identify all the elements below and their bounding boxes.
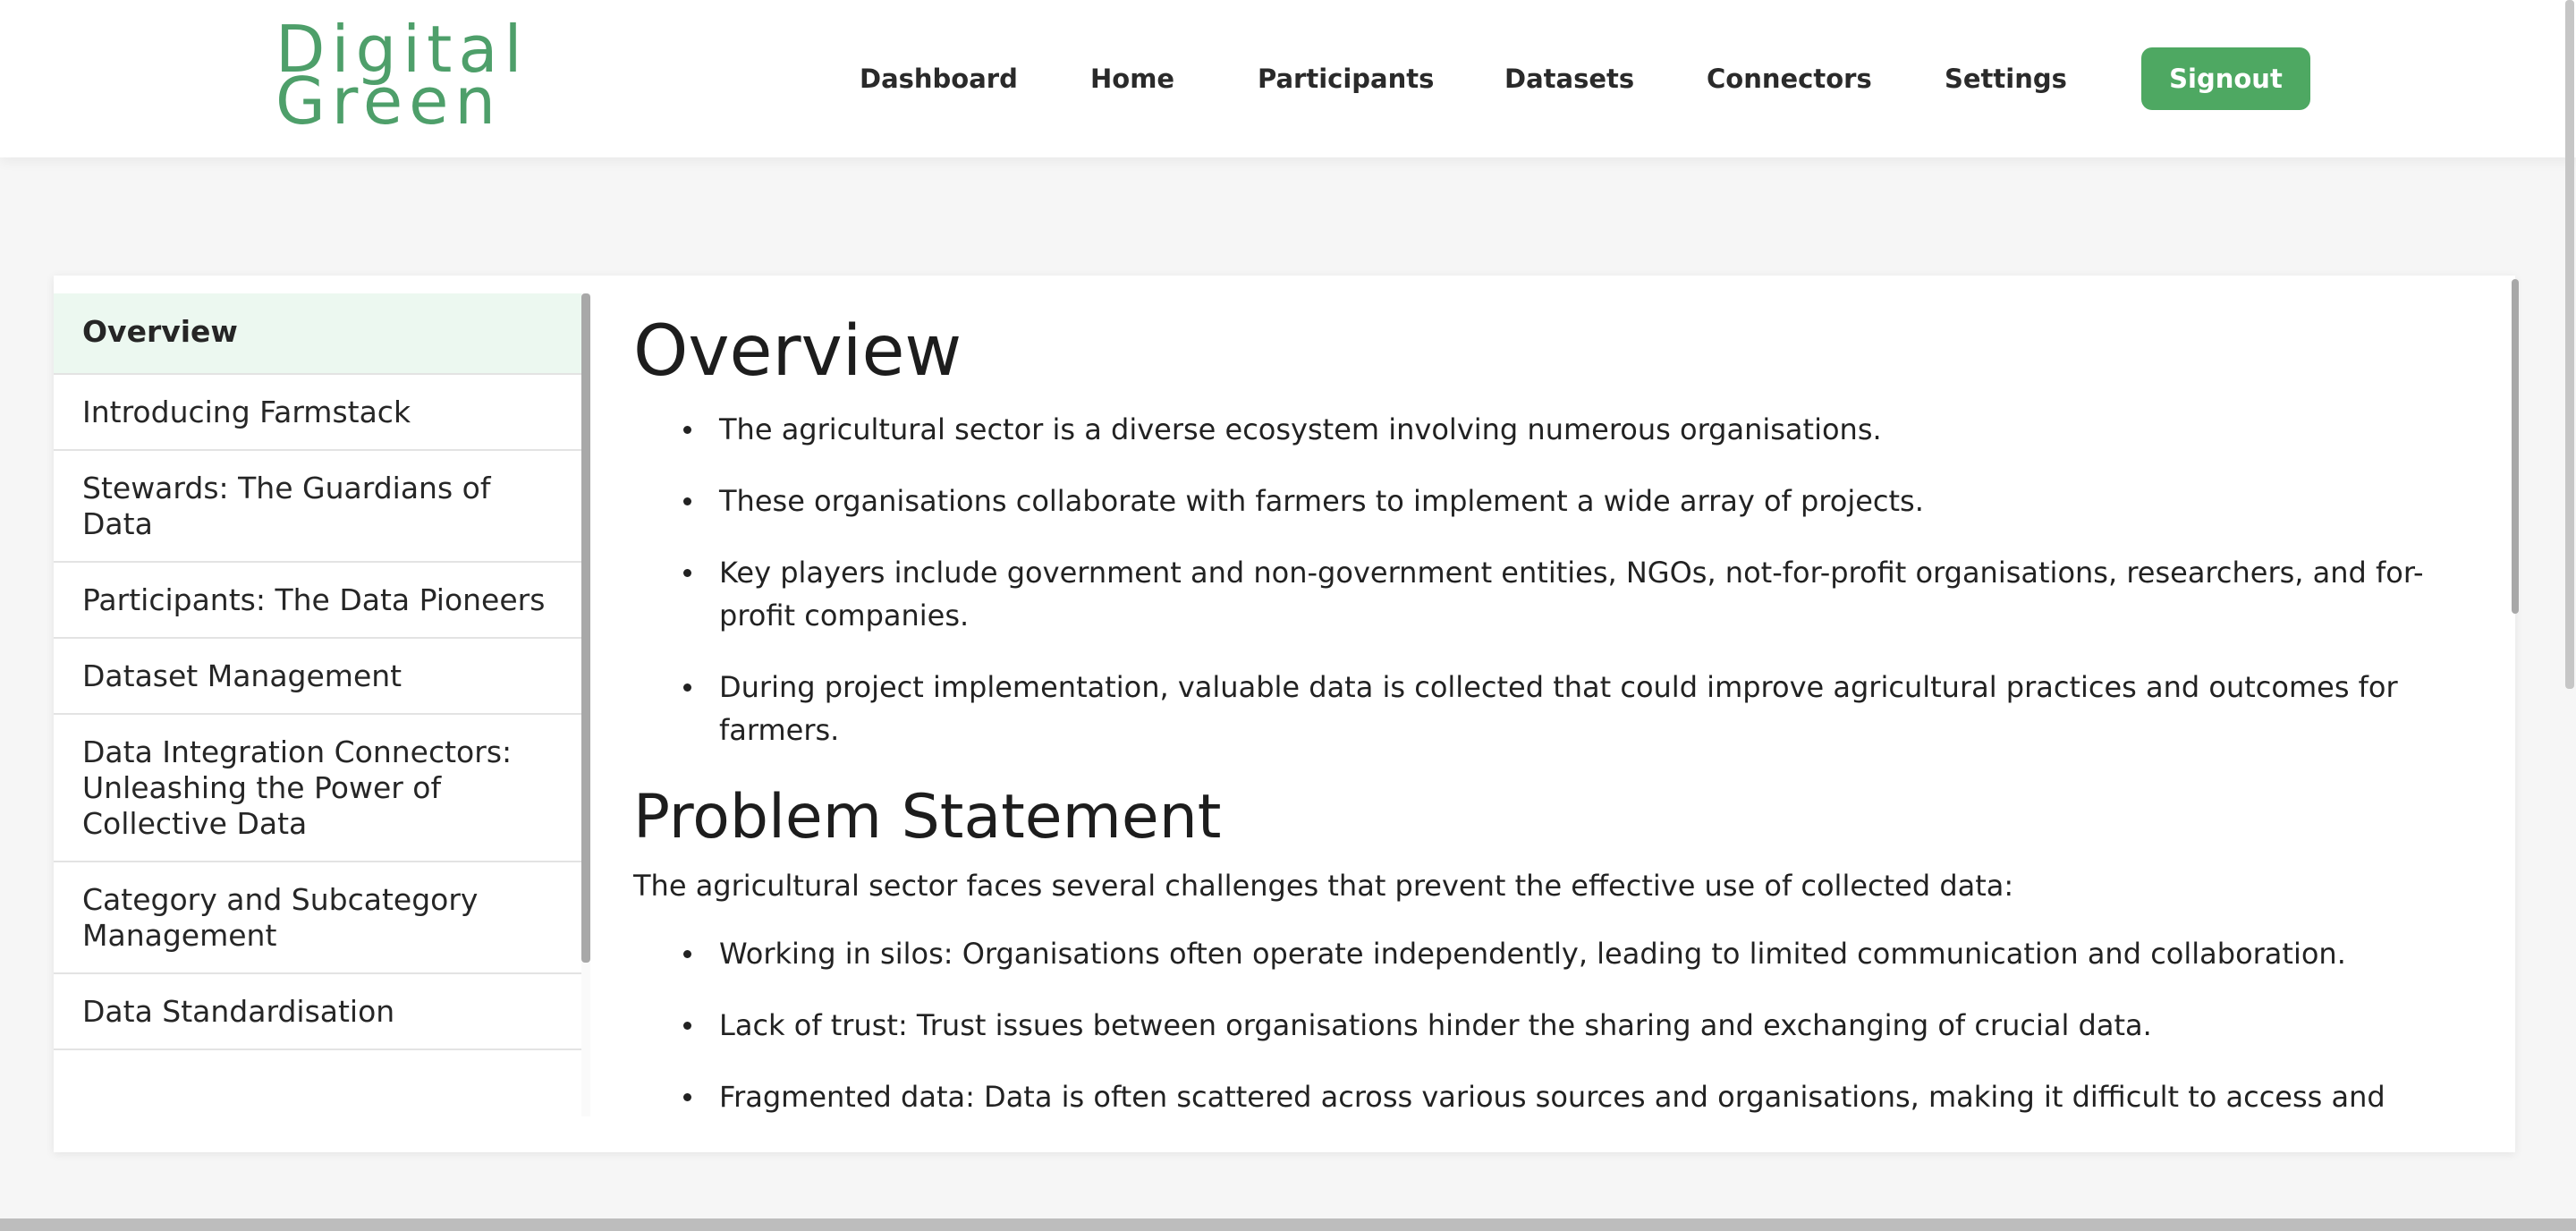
sidebar-item-introducing-farmstack[interactable]: Introducing Farmstack (54, 375, 581, 451)
overview-heading: Overview (633, 311, 962, 392)
list-item: Fragmented data: Data is often scattered… (633, 1075, 2476, 1118)
problem-statement-heading: Problem Statement (633, 782, 1222, 853)
sidebar-item-category-management[interactable]: Category and Subcategory Management (54, 862, 581, 974)
sidebar-scrollbar-thumb[interactable] (581, 293, 590, 963)
sidebar-item-connectors[interactable]: Data Integration Connectors: Unleashing … (54, 715, 581, 862)
help-card: Overview Introducing Farmstack Stewards:… (54, 276, 2515, 1152)
sidebar-item-participants[interactable]: Participants: The Data Pioneers (54, 563, 581, 639)
overview-list: The agricultural sector is a diverse eco… (633, 408, 2476, 751)
nav-dashboard[interactable]: Dashboard (860, 45, 1018, 113)
sidebar-item-dataset-management[interactable]: Dataset Management (54, 639, 581, 715)
problem-statement-intro: The agricultural sector faces several ch… (633, 869, 2014, 903)
nav-settings[interactable]: Settings (1945, 45, 2067, 113)
sidebar-item-data-standardisation[interactable]: Data Standardisation (54, 974, 581, 1050)
content-scrollbar-thumb[interactable] (2512, 279, 2519, 614)
signout-button[interactable]: Signout (2141, 47, 2310, 110)
nav-datasets[interactable]: Datasets (1504, 45, 1634, 113)
list-item: Working in silos: Organisations often op… (633, 932, 2476, 975)
help-content: Overview The agricultural sector is a di… (633, 311, 2476, 1152)
sidebar-item-stewards[interactable]: Stewards: The Guardians of Data (54, 451, 581, 563)
nav-home[interactable]: Home (1090, 45, 1174, 113)
list-item: Key players include government and non-g… (633, 551, 2476, 637)
list-item: These organisations collaborate with far… (633, 480, 2476, 522)
nav-connectors[interactable]: Connectors (1707, 45, 1872, 113)
sidebar-item-overview[interactable]: Overview (54, 293, 581, 375)
digital-green-logo[interactable]: Digital Green (275, 17, 529, 139)
list-item: Lack of trust: Trust issues between orga… (633, 1004, 2476, 1047)
list-item: The agricultural sector is a diverse eco… (633, 408, 2476, 451)
problem-list: Working in silos: Organisations often op… (633, 932, 2476, 1118)
horizontal-scrollbar[interactable] (0, 1218, 2576, 1231)
list-item: During project implementation, valuable … (633, 666, 2476, 751)
page-scrollbar-thumb[interactable] (2565, 0, 2574, 689)
help-sidebar: Overview Introducing Farmstack Stewards:… (54, 293, 581, 1116)
nav-participants[interactable]: Participants (1258, 45, 1434, 113)
logo-line-2: Green (275, 64, 503, 139)
top-navbar: Digital Green Dashboard Home Participant… (0, 0, 2576, 157)
